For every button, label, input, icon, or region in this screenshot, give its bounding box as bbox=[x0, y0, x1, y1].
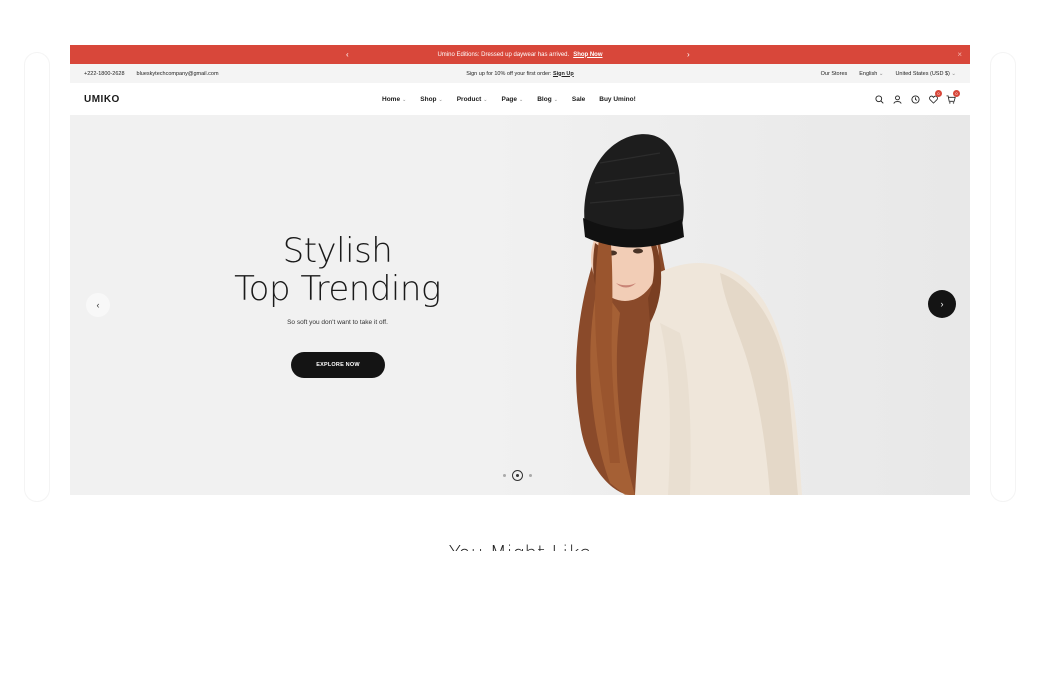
announcement-next-arrow[interactable]: › bbox=[687, 45, 690, 64]
hero-title: Stylish Top Trending bbox=[210, 232, 465, 308]
menu-item-buy-umino[interactable]: Buy Umino! bbox=[599, 96, 635, 103]
menu-label: Home bbox=[382, 95, 401, 103]
menu-item-product[interactable]: Product ⌄ bbox=[457, 96, 488, 103]
promo-text: Sign up for 10% off your first order: bbox=[466, 70, 552, 77]
menu-label: Page bbox=[501, 95, 518, 103]
chevron-down-icon: ⌄ bbox=[553, 96, 558, 103]
announcement-prev-arrow[interactable]: ‹ bbox=[346, 45, 349, 64]
website: ‹ Umino Editions: Dressed up daywear has… bbox=[70, 45, 970, 495]
menu-label: Blog bbox=[537, 95, 552, 103]
menu-item-blog[interactable]: Blog ⌄ bbox=[537, 96, 558, 103]
menu-label: Shop bbox=[420, 95, 437, 103]
slider-prev-button[interactable]: ‹ bbox=[86, 293, 110, 317]
cart-icon[interactable]: 0 bbox=[946, 90, 960, 104]
sign-up-link[interactable]: Sign Up bbox=[553, 71, 574, 77]
email-address[interactable]: blueskytechcompany@gmail.com bbox=[137, 71, 219, 77]
menu-label: Product bbox=[456, 95, 482, 103]
currency-selector[interactable]: United States (USD $) ⌄ bbox=[895, 71, 956, 77]
hero-slider: Stylish Top Trending So soft you don't w… bbox=[70, 115, 970, 495]
site-logo[interactable]: UMIKO bbox=[84, 94, 120, 105]
account-icon[interactable] bbox=[892, 94, 902, 104]
chevron-left-icon: ‹ bbox=[96, 300, 100, 310]
currency-label: United States (USD $) bbox=[895, 70, 950, 77]
top-bar: +222-1800-2628 blueskytechcompany@gmail.… bbox=[70, 64, 970, 83]
chevron-down-icon: ⌄ bbox=[878, 70, 884, 77]
side-frame-left bbox=[24, 52, 50, 502]
menu-item-page[interactable]: Page ⌄ bbox=[501, 96, 523, 103]
language-selector[interactable]: English ⌄ bbox=[859, 71, 883, 77]
hero-subtitle: So soft you don't want to take it off. bbox=[287, 319, 388, 326]
slider-dot-1[interactable] bbox=[503, 474, 506, 477]
phone-number[interactable]: +222-1800-2628 bbox=[84, 71, 125, 77]
menu-item-home[interactable]: Home ⌄ bbox=[382, 96, 406, 103]
chevron-down-icon: ⌄ bbox=[402, 96, 407, 103]
section-title: You Might Like bbox=[0, 537, 1040, 551]
hero-title-line-2: Top Trending bbox=[234, 269, 441, 309]
chevron-down-icon: ⌄ bbox=[483, 96, 488, 103]
announcement-shop-now-link[interactable]: Shop Now bbox=[573, 52, 602, 58]
main-header: UMIKO Home ⌄ Shop ⌄ Product ⌄ Page ⌄ Blog ⌄ S… bbox=[70, 83, 970, 115]
slider-dot-3[interactable] bbox=[529, 474, 532, 477]
wishlist-count-badge: 0 bbox=[935, 90, 942, 97]
menu-item-sale[interactable]: Sale bbox=[572, 96, 585, 103]
announcement-close-icon[interactable]: × bbox=[957, 45, 962, 64]
main-menu: Home ⌄ Shop ⌄ Product ⌄ Page ⌄ Blog ⌄ Sale Bu… bbox=[382, 83, 636, 115]
chevron-down-icon: ⌄ bbox=[438, 96, 443, 103]
announcement-message: Umino Editions: Dressed up daywear has a… bbox=[437, 52, 602, 58]
language-label: English bbox=[859, 70, 878, 77]
explore-now-button[interactable]: EXPLORE NOW bbox=[291, 352, 385, 378]
slider-pagination bbox=[503, 470, 532, 481]
announcement-bar: ‹ Umino Editions: Dressed up daywear has… bbox=[70, 45, 970, 64]
search-icon[interactable] bbox=[874, 94, 884, 104]
wishlist-heart-icon[interactable]: 0 bbox=[928, 90, 942, 104]
header-icons: 0 0 bbox=[874, 90, 960, 104]
chevron-right-icon: › bbox=[940, 299, 944, 309]
hero-title-line-1: Stylish bbox=[282, 231, 393, 271]
menu-item-shop[interactable]: Shop ⌄ bbox=[420, 96, 442, 103]
chevron-down-icon: ⌄ bbox=[519, 96, 524, 103]
cart-count-badge: 0 bbox=[953, 90, 960, 97]
slider-dot-2-active[interactable] bbox=[512, 470, 523, 481]
slider-next-button[interactable]: › bbox=[928, 290, 956, 318]
side-frame-right bbox=[990, 52, 1016, 502]
chevron-down-icon: ⌄ bbox=[951, 70, 956, 77]
announcement-text: Umino Editions: Dressed up daywear has a… bbox=[437, 51, 570, 58]
our-stores-link[interactable]: Our Stores bbox=[821, 71, 848, 77]
hero-model-image bbox=[576, 134, 802, 495]
recently-viewed-clock-icon[interactable] bbox=[910, 94, 920, 104]
